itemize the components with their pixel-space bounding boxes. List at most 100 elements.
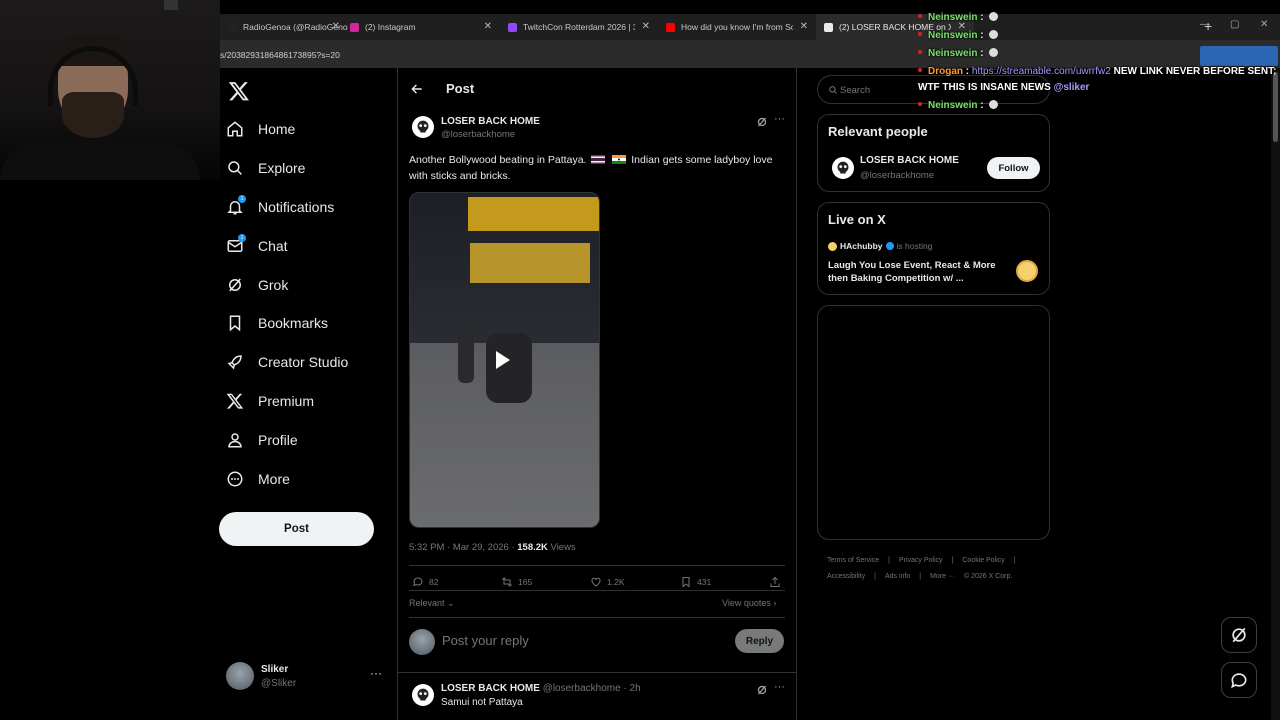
author-avatar[interactable] <box>412 116 434 138</box>
footer-link-ads[interactable]: Ads info <box>885 573 910 580</box>
nav-grok[interactable]: Grok <box>226 270 288 300</box>
grok-icon[interactable] <box>756 684 768 696</box>
chat-link[interactable]: https://streamable.com/uwrrfw2 <box>972 66 1111 77</box>
video-frame-sign <box>468 197 599 231</box>
more-horizontal-icon[interactable]: ··· <box>774 681 785 693</box>
browser-tab[interactable]: TwitchCon Rotterdam 2026 | 30 ✕ <box>500 14 658 40</box>
nav-chat[interactable]: 1 Chat <box>226 231 288 261</box>
tweet-text: Another Bollywood beating in Pattaya. In… <box>409 152 789 184</box>
footer-link-accessibility[interactable]: Accessibility <box>827 573 865 580</box>
tab-title: TwitchCon Rotterdam 2026 | 30 <box>523 22 635 32</box>
post-button[interactable]: Post <box>219 512 374 546</box>
url-text[interactable]: s/2038293186486173895?s=20 <box>220 50 340 60</box>
live-title[interactable]: Laugh You Lose Event, React & More then … <box>828 259 1008 285</box>
emoji-avatar-icon[interactable] <box>1016 260 1038 282</box>
messages-fab-button[interactable] <box>1221 662 1257 698</box>
tab-close-icon[interactable]: ✕ <box>484 21 492 32</box>
nav-more[interactable]: More <box>226 464 290 494</box>
reply-action[interactable]: 82 <box>412 576 438 588</box>
footer-link-privacy[interactable]: Privacy Policy <box>899 557 943 564</box>
more-horizontal-icon[interactable]: ··· <box>370 666 382 680</box>
divider <box>409 590 785 591</box>
person-handle[interactable]: @loserbackhome <box>860 170 934 181</box>
search-icon <box>829 86 837 94</box>
chevron-down-icon: ⌄ <box>444 598 455 608</box>
tab-title: How did you know I'm from So <box>681 22 793 32</box>
nav-home[interactable]: Home <box>226 114 295 144</box>
scrollbar[interactable] <box>1271 68 1280 720</box>
back-arrow-icon[interactable] <box>410 82 424 96</box>
more-horizontal-icon[interactable]: ··· <box>774 113 785 125</box>
browser-tab[interactable]: RadioGenoa (@RadioGenoa ✕ <box>220 14 348 40</box>
tweet-timestamp[interactable]: 5:32 PM · Mar 29, 2026 · <box>409 542 517 553</box>
chat-highlight <box>1200 46 1278 66</box>
nav-profile[interactable]: Profile <box>226 425 298 455</box>
footer-link-cookie[interactable]: Cookie Policy <box>962 557 1004 564</box>
follow-button[interactable]: Follow <box>987 157 1040 179</box>
person-name[interactable]: LOSER BACK HOME <box>860 155 959 166</box>
skull-icon <box>417 688 429 701</box>
live-host[interactable]: HAchubby is hosting <box>828 241 932 251</box>
tab-close-icon[interactable]: ✕ <box>642 21 650 32</box>
emote-icon <box>988 100 998 109</box>
nav-creator-studio[interactable]: Creator Studio <box>226 347 348 377</box>
tab-close-icon[interactable]: ✕ <box>332 21 340 32</box>
browser-tab[interactable]: (2) Instagram ✕ <box>342 14 500 40</box>
comment-author[interactable]: LOSER BACK HOME @loserbackhome · 2h <box>441 683 641 694</box>
relevant-people-card: Relevant people LOSER BACK HOME @loserba… <box>817 114 1050 192</box>
like-action[interactable]: 1.2K <box>590 576 625 588</box>
bookmark-count: 431 <box>697 577 712 587</box>
nav-bookmarks[interactable]: Bookmarks <box>226 308 328 338</box>
instagram-icon <box>350 22 359 32</box>
account-switcher[interactable]: Sliker @Sliker ··· <box>226 662 386 692</box>
chat-message: Neinswein : <box>918 30 998 41</box>
reply-button[interactable]: Reply <box>735 629 784 653</box>
badge-icon <box>918 102 922 106</box>
address-bar[interactable]: s/2038293186486173895?s=20 <box>220 40 1280 68</box>
grok-fab-button[interactable] <box>1221 617 1257 653</box>
minimize-icon[interactable]: — <box>1200 19 1210 30</box>
nav-notifications[interactable]: 1 Notifications <box>226 192 334 222</box>
scrollbar-thumb[interactable] <box>1273 72 1278 142</box>
footer-link-more[interactable]: More ··· <box>930 573 955 580</box>
chat-message-continuation: WTF THIS IS INSANE NEWS @sliker <box>918 82 1089 93</box>
nav-premium[interactable]: Premium <box>226 386 314 416</box>
nav-label: Profile <box>258 432 298 448</box>
nav-label: More <box>258 471 290 487</box>
x-logo-icon[interactable] <box>228 80 250 102</box>
grok-icon[interactable] <box>756 116 768 128</box>
notification-badge: 1 <box>238 195 246 203</box>
person-avatar[interactable] <box>832 157 854 179</box>
bookmark-icon <box>682 577 690 588</box>
author-handle[interactable]: @loserbackhome <box>441 129 515 140</box>
play-icon[interactable] <box>496 351 510 369</box>
author-name[interactable]: LOSER BACK HOME <box>441 116 540 127</box>
footer-separator: | <box>1013 557 1016 564</box>
comment-text: Samui not Pattaya <box>441 697 523 708</box>
video-player[interactable] <box>409 192 600 528</box>
chat-username: Neinswein <box>928 12 978 23</box>
window-close-icon[interactable]: ✕ <box>1260 19 1268 30</box>
sort-replies-dropdown[interactable]: Relevant ⌄ <box>409 598 455 609</box>
badge-icon <box>918 14 922 18</box>
tab-close-icon[interactable]: ✕ <box>800 21 808 32</box>
maximize-icon[interactable]: ▢ <box>1230 19 1239 30</box>
skull-icon <box>417 120 429 133</box>
person-icon <box>228 433 242 448</box>
repost-action[interactable]: 165 <box>501 576 532 588</box>
reply-input[interactable]: Post your reply <box>442 633 529 648</box>
browser-tab[interactable]: How did you know I'm from So ✕ <box>658 14 816 40</box>
view-quotes-link[interactable]: View quotes › <box>722 598 776 608</box>
footer-separator: | <box>919 573 922 580</box>
share-action[interactable] <box>769 576 781 588</box>
footer-link-terms[interactable]: Terms of Service <box>827 557 879 564</box>
nav-label: Explore <box>258 160 306 176</box>
nav-label: Notifications <box>258 199 335 215</box>
bookmark-action[interactable]: 431 <box>680 576 711 588</box>
nav-label: Bookmarks <box>258 315 329 331</box>
nav-explore[interactable]: Explore <box>226 153 305 183</box>
chevron-right-icon: › <box>770 598 777 608</box>
tab-favicon-icon <box>228 22 237 32</box>
emote-icon <box>988 12 998 21</box>
comment-avatar[interactable] <box>412 684 434 706</box>
